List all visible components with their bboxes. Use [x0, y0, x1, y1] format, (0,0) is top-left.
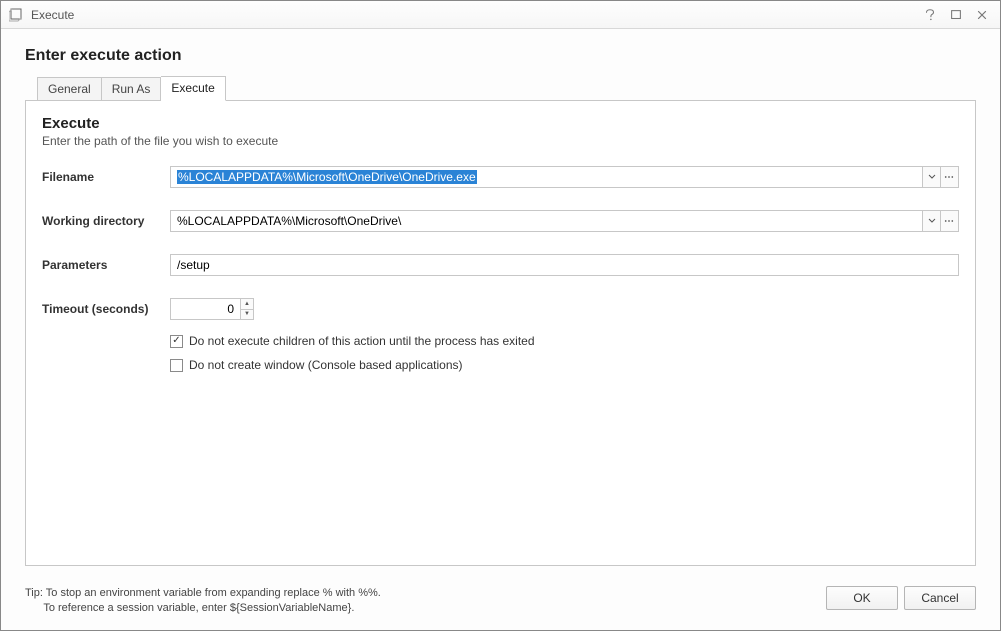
execute-app-icon: [9, 7, 25, 23]
chevron-down-icon: [928, 173, 936, 181]
parameters-input[interactable]: [170, 254, 959, 276]
tab-panel-execute: Execute Enter the path of the file you w…: [25, 100, 976, 566]
chevron-down-icon: [928, 217, 936, 225]
workingdir-browse-button[interactable]: ⋯: [941, 210, 959, 232]
row-check-window: Do not create window (Console based appl…: [170, 358, 959, 372]
content-area: Enter execute action General Run As Exec…: [1, 29, 1000, 576]
maximize-button[interactable]: [944, 6, 968, 24]
window-title: Execute: [31, 8, 74, 22]
checkbox-no-window-label: Do not create window (Console based appl…: [189, 358, 463, 372]
ok-button[interactable]: OK: [826, 586, 898, 610]
row-parameters: Parameters: [42, 254, 959, 276]
tab-general[interactable]: General: [37, 77, 102, 101]
dialog-window: Execute Enter execute action General Run…: [0, 0, 1001, 631]
titlebar: Execute: [1, 1, 1000, 29]
workingdir-label: Working directory: [42, 214, 170, 228]
spin-down-icon: ▼: [244, 311, 250, 317]
filename-input[interactable]: %LOCALAPPDATA%\Microsoft\OneDrive\OneDri…: [170, 166, 923, 188]
cancel-button[interactable]: Cancel: [904, 586, 976, 610]
dialog-buttons: OK Cancel: [826, 586, 976, 610]
tip-text: Tip: To stop an environment variable fro…: [25, 586, 826, 616]
tab-execute[interactable]: Execute: [161, 76, 225, 101]
tab-runas[interactable]: Run As: [102, 77, 162, 101]
timeout-spinner: ▲ ▼: [240, 298, 254, 320]
tabs: General Run As Execute: [37, 75, 976, 100]
row-check-children: Do not execute children of this action u…: [170, 334, 959, 348]
timeout-input[interactable]: [170, 298, 240, 320]
checkbox-no-window[interactable]: [170, 359, 183, 372]
checkbox-no-children[interactable]: [170, 335, 183, 348]
spin-up-icon: ▲: [244, 301, 250, 307]
filename-value: %LOCALAPPDATA%\Microsoft\OneDrive\OneDri…: [177, 170, 477, 184]
help-icon: [923, 8, 937, 22]
close-button[interactable]: [970, 6, 994, 24]
timeout-spin-down[interactable]: ▼: [241, 310, 253, 320]
ellipsis-icon: ⋯: [944, 172, 955, 183]
page-title: Enter execute action: [25, 47, 976, 65]
row-filename: Filename %LOCALAPPDATA%\Microsoft\OneDri…: [42, 166, 959, 188]
workingdir-dropdown-button[interactable]: [923, 210, 941, 232]
ellipsis-icon: ⋯: [944, 216, 955, 227]
timeout-label: Timeout (seconds): [42, 302, 170, 316]
section-subtitle: Enter the path of the file you wish to e…: [42, 134, 959, 148]
close-icon: [975, 8, 989, 22]
checkbox-no-children-label: Do not execute children of this action u…: [189, 334, 535, 348]
filename-browse-button[interactable]: ⋯: [941, 166, 959, 188]
row-workingdir: Working directory ⋯: [42, 210, 959, 232]
footer: Tip: To stop an environment variable fro…: [1, 576, 1000, 630]
section-title: Execute: [42, 115, 959, 132]
row-timeout: Timeout (seconds) ▲ ▼: [42, 298, 959, 320]
timeout-spin-up[interactable]: ▲: [241, 299, 253, 310]
workingdir-input[interactable]: [170, 210, 923, 232]
filename-label: Filename: [42, 170, 170, 184]
tip-line2: To reference a session variable, enter $…: [43, 602, 354, 614]
parameters-label: Parameters: [42, 258, 170, 272]
maximize-icon: [949, 8, 963, 22]
help-button[interactable]: [918, 6, 942, 24]
tip-line1: Tip: To stop an environment variable fro…: [25, 587, 381, 599]
filename-dropdown-button[interactable]: [923, 166, 941, 188]
